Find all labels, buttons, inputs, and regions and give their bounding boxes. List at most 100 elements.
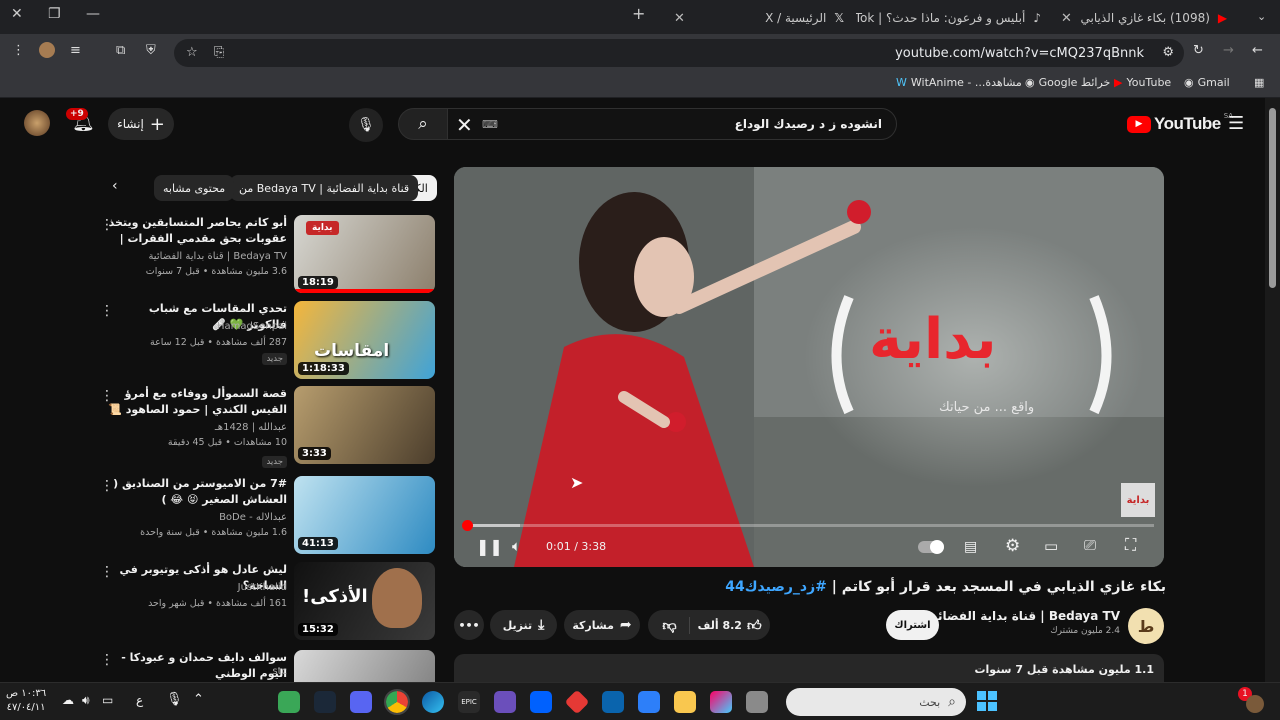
video-thumbnail[interactable]: 41:13 (294, 476, 435, 554)
close-tab-icon[interactable]: ✕ (1061, 11, 1072, 26)
autoplay-toggle[interactable] (918, 540, 944, 554)
store-icon[interactable] (638, 691, 660, 713)
outlook-icon[interactable] (602, 691, 624, 713)
more-actions-button[interactable]: ••• (454, 610, 484, 640)
restore-window-icon[interactable]: ❐ (48, 6, 61, 22)
video-thumbnail[interactable]: 3:33 (294, 386, 435, 464)
search-button[interactable]: ⌕ (398, 108, 448, 140)
more-options-icon[interactable]: ⋮ (100, 478, 114, 494)
taskbar-search[interactable]: ⌕ بحث (786, 688, 966, 716)
chrome-icon[interactable] (384, 689, 410, 715)
like-button[interactable]: 👍︎ 8.2 ألف (688, 616, 762, 634)
list-item[interactable]: بداية 18:19 أبو كاتم يحاصر المتسابقين وي… (100, 215, 435, 295)
shield-icon[interactable]: ⛨ (146, 43, 156, 58)
chip-from-channel[interactable]: من Bedaya TV | قناة بداية الفضائية (230, 175, 419, 201)
voice-search-button[interactable]: 🎙︎ (349, 108, 383, 142)
copilot-icon[interactable] (710, 691, 732, 713)
list-item[interactable]: امقاسات 1:18:33 تحدي المقاسات مع شباب فا… (100, 301, 435, 381)
video-title[interactable]: قصة السموأل ووفاءه مع أمرؤ القيس الكندي … (107, 386, 287, 418)
list-item[interactable]: سوالف دايف حمدان و عبودكا - اليوم الوطني… (100, 650, 435, 682)
speaker-icon[interactable]: 🔊︎ (82, 693, 90, 708)
back-icon[interactable]: ← (1252, 43, 1263, 58)
app-icon-1[interactable] (278, 691, 300, 713)
new-tab-icon[interactable]: + (632, 4, 645, 23)
channel-name[interactable]: عبدالله | 1428هـ (215, 422, 287, 433)
taskbar-avatar[interactable] (1246, 695, 1264, 713)
share-button[interactable]: ➦ مشاركة (564, 610, 640, 640)
menu-icon[interactable]: ⋮ (12, 43, 25, 58)
forward-icon[interactable]: → (1223, 43, 1234, 58)
list-item[interactable]: 41:13 7# من الاميوستر من الصناديق ( العش… (100, 476, 435, 556)
clock[interactable]: ١٠:٣٦ ص ٤٧/٠٤/١١ (6, 687, 46, 715)
install-app-icon[interactable]: ⎘ (214, 45, 224, 60)
chips-next-icon[interactable]: ‹ (112, 178, 118, 194)
page-scrollbar[interactable] (1265, 98, 1280, 682)
video-thumbnail[interactable]: بداية 18:19 (294, 215, 435, 293)
chip-related[interactable]: محتوى مشابه (154, 175, 235, 201)
teams-icon[interactable] (494, 691, 516, 713)
youtube-logo[interactable]: ▶ YouTube SA (1127, 112, 1233, 134)
apps-icon[interactable]: ▦ (1254, 76, 1264, 89)
corner-channel-logo[interactable]: بداية (1121, 483, 1155, 517)
minimize-window-icon[interactable]: — (86, 6, 100, 22)
volume-icon[interactable]: 🔈︎ (512, 537, 521, 555)
fullscreen-icon[interactable]: ⛶ (1125, 535, 1136, 555)
input-language[interactable]: ع (136, 693, 143, 707)
keyboard-icon[interactable]: ⌨ (482, 118, 498, 131)
scrollbar-thumb[interactable] (1269, 108, 1276, 288)
tab-youtube[interactable]: ▶ (1098) بكاء غازي الذيابي في ا ✕ (1051, 4, 1237, 32)
battery-icon[interactable]: ▭ (102, 693, 113, 707)
video-hashtag-link[interactable]: #زد_رصيدك44 (725, 579, 827, 595)
media-control-icon[interactable]: ≡ (70, 43, 81, 58)
channel-name[interactable]: stc (272, 666, 287, 677)
scrubber-handle[interactable] (462, 520, 473, 531)
channel-name[interactable]: Bedaya TV | قناة بداية الفضائية (926, 609, 1120, 623)
bookmark-youtube[interactable]: YouTube ▶ (1114, 76, 1171, 89)
app-icon-red[interactable] (564, 689, 590, 715)
bookmark-star-icon[interactable]: ☆ (186, 45, 198, 60)
windows-start-icon[interactable] (977, 691, 997, 711)
channel-name[interactable]: JustKhalid (238, 582, 287, 593)
wifi-icon[interactable]: ☁ (62, 693, 74, 707)
profile-avatar[interactable] (39, 42, 55, 58)
edge-icon[interactable] (422, 691, 444, 713)
more-options-icon[interactable]: ⋮ (100, 217, 114, 233)
discord-icon[interactable] (350, 691, 372, 713)
pause-icon[interactable]: ❚❚ (476, 537, 503, 556)
reload-icon[interactable]: ↻ (1193, 43, 1204, 58)
create-button[interactable]: إنشاء + (108, 108, 174, 140)
tab-tiktok[interactable]: ♪ أبليس و فرعون: ماذا حدث؟ | TikTok (856, 4, 1051, 32)
channel-name[interactable]: عبدالاله - BoDe (219, 512, 287, 523)
close-tab-icon[interactable]: ✕ (674, 11, 685, 26)
site-settings-icon[interactable]: ⚙ (1162, 45, 1174, 60)
progress-bar[interactable] (462, 520, 1154, 531)
bookmark-witanime[interactable]: مشاهدة... - WitAnime W (896, 76, 1022, 89)
video-thumbnail[interactable] (294, 650, 435, 682)
list-item[interactable]: الأذكى! 15:32 ليش عادل هو أذكى يوتيوبر ف… (100, 562, 435, 642)
download-button[interactable]: ⤓ تنزيل (490, 610, 557, 640)
url-text[interactable]: youtube.com/watch?v=cMQ237qBnnk (895, 46, 1144, 61)
tray-overflow-icon[interactable]: ⌃ (193, 692, 204, 707)
epic-games-icon[interactable]: EPIC (458, 691, 480, 713)
subtitles-icon[interactable]: ▤ (964, 539, 977, 555)
app-icon-gray[interactable] (746, 691, 768, 713)
channel-name[interactable]: Bedaya TV | قناة بداية الفضائية (148, 251, 287, 262)
tab-search-icon[interactable]: ⌄ (1257, 10, 1266, 23)
theater-mode-icon[interactable]: ▭ (1044, 537, 1058, 555)
clear-search-icon[interactable]: ✕ (456, 113, 473, 137)
extensions-icon[interactable]: ⧉ (116, 43, 125, 58)
bookmark-gmail[interactable]: Gmail ◉ (1184, 76, 1230, 89)
video-title[interactable]: أبو كاتم يحاصر المتسابقين ويتخذ عقوبات ب… (107, 215, 287, 249)
more-options-icon[interactable]: ⋮ (100, 388, 114, 404)
account-avatar[interactable] (24, 110, 50, 136)
hamburger-menu-icon[interactable]: ☰ (1228, 113, 1244, 134)
dropbox-icon[interactable] (530, 691, 552, 713)
video-thumbnail[interactable]: امقاسات 1:18:33 (294, 301, 435, 379)
dislike-button[interactable]: 👎︎ (656, 617, 682, 634)
file-explorer-icon[interactable] (674, 691, 696, 713)
steam-icon[interactable] (314, 691, 336, 713)
search-input[interactable]: ✕ ⌨ انشوده ز د رصيدك الوداع (447, 108, 897, 140)
channel-name[interactable]: HamadSenpai (217, 321, 287, 332)
channel-avatar[interactable]: ط (1128, 608, 1164, 644)
video-title[interactable]: سوالف دايف حمدان و عبودكا - اليوم الوطني (107, 650, 287, 682)
